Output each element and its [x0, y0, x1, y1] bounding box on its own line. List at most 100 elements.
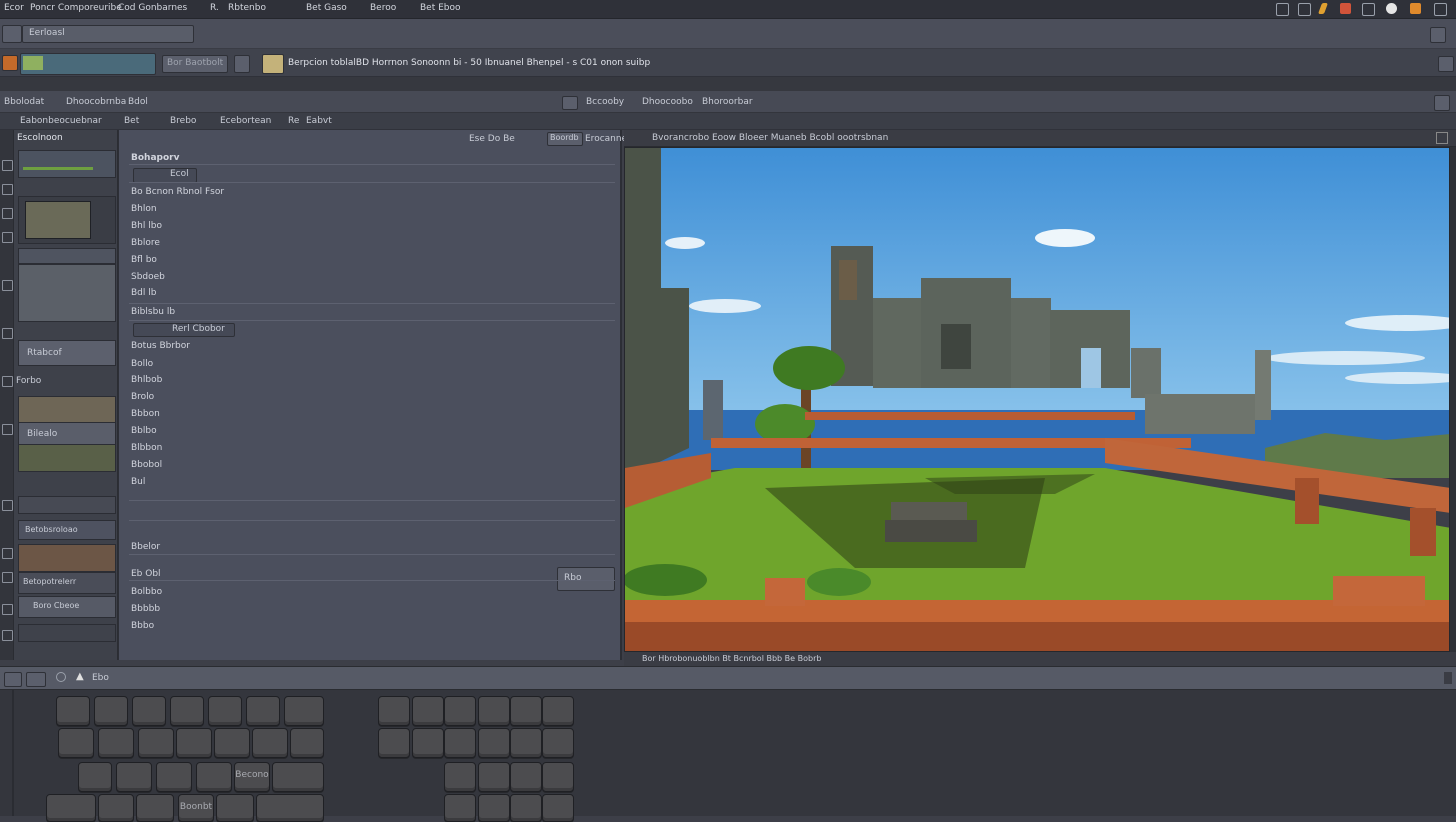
keyboard-key[interactable] [542, 762, 574, 792]
asset-item[interactable]: Betobsroloao [18, 520, 116, 540]
menu-item[interactable]: Cod Gonbarnes [118, 3, 187, 13]
collapse-icon[interactable] [1444, 672, 1452, 684]
keyboard-key[interactable] [170, 696, 204, 726]
tab-item[interactable]: Eabonbeocuebnar [20, 116, 102, 126]
property-row[interactable]: Bbbon [131, 409, 160, 419]
warning-icon[interactable] [1410, 3, 1421, 14]
menu-item[interactable]: Beroo [370, 3, 396, 13]
property-row[interactable]: Bhl lbo [131, 221, 162, 231]
menu-item[interactable]: Rbtenbo [228, 3, 266, 13]
keyboard-key[interactable] [156, 762, 192, 792]
keyboard-key[interactable] [176, 728, 212, 758]
asset-thumbnail[interactable] [18, 396, 116, 424]
light-tool-icon[interactable] [2, 376, 13, 387]
asset-thumbnail[interactable] [18, 444, 116, 472]
property-row[interactable]: Bbbo [131, 621, 154, 631]
script-icon[interactable] [2, 604, 13, 615]
asset-thumbnail[interactable] [18, 544, 116, 572]
keyboard-key[interactable] [378, 728, 410, 758]
keyboard-key[interactable] [256, 794, 324, 822]
tab-primary[interactable]: Eerloasl [22, 25, 194, 43]
scene-viewport[interactable] [624, 147, 1450, 652]
asset-item[interactable]: Bilealo [18, 422, 116, 446]
info-icon[interactable] [56, 672, 66, 682]
apply-button[interactable]: Rbo [557, 567, 615, 591]
maximize-icon[interactable] [1434, 95, 1450, 111]
property-row[interactable]: Bhlbob [131, 375, 162, 385]
keyboard-key[interactable] [478, 794, 510, 822]
keyboard-key[interactable] [94, 696, 128, 726]
asset-item[interactable] [18, 496, 116, 514]
keyboard-key[interactable] [98, 794, 134, 822]
toolbar-item[interactable]: Bhoroorbar [702, 97, 753, 107]
property-row[interactable]: Bolbbo [131, 587, 162, 597]
properties-tab[interactable]: Ese Do Be [469, 134, 515, 144]
close-icon[interactable] [1438, 56, 1454, 72]
viewport-scrollbar[interactable] [1450, 147, 1456, 652]
property-row[interactable]: Bfl bo [131, 255, 157, 265]
keyboard-key[interactable] [444, 728, 476, 758]
tab-item[interactable]: Brebo [170, 116, 196, 126]
menu-item[interactable]: Bet Gaso [306, 3, 347, 13]
panel-toggle-icon[interactable] [1430, 27, 1446, 43]
settings-icon[interactable] [1434, 3, 1447, 16]
preview-thumbnail[interactable] [20, 53, 156, 75]
tab-item[interactable]: Re [288, 116, 299, 126]
keyboard-key[interactable] [510, 728, 542, 758]
property-field[interactable]: Rerl Cbobor [133, 323, 235, 337]
keyboard-key[interactable] [272, 762, 324, 792]
keyboard-key[interactable] [444, 762, 476, 792]
close-icon[interactable] [1436, 132, 1448, 144]
properties-tab[interactable]: Boordb [547, 132, 583, 146]
toolbar-item[interactable]: Bdol [128, 97, 148, 107]
keyboard-key[interactable] [510, 696, 542, 726]
property-row[interactable]: Bhlon [131, 204, 157, 214]
property-row[interactable]: Sbdoeb [131, 272, 165, 282]
keyboard-key[interactable] [510, 762, 542, 792]
menu-item[interactable]: Poncr Comporeuribe [30, 3, 122, 13]
keyboard-key[interactable] [56, 696, 90, 726]
asset-thumbnail[interactable] [18, 150, 116, 178]
asset-item[interactable]: Rtabcof [18, 340, 116, 366]
keyboard-key[interactable] [444, 794, 476, 822]
asset-thumbnail[interactable] [18, 196, 116, 244]
keyboard-key[interactable] [290, 728, 324, 758]
property-row[interactable]: Bdl lb [131, 288, 156, 298]
property-field[interactable]: Ecol [133, 168, 197, 183]
property-row[interactable]: Bul [131, 477, 145, 487]
keyboard-key[interactable] [542, 696, 574, 726]
property-row[interactable]: Bbbbb [131, 604, 160, 614]
keyboard-key[interactable] [132, 696, 166, 726]
audio-icon[interactable] [2, 572, 13, 583]
toolbar-item[interactable]: Dhoocobrnba [66, 97, 126, 107]
property-row[interactable]: Bollo [131, 359, 153, 369]
layer-tool-icon[interactable] [2, 328, 13, 339]
rotate-tool-icon[interactable] [2, 184, 13, 195]
keyboard-key[interactable]: Becono [234, 762, 270, 792]
keyboard-key[interactable] [542, 794, 574, 822]
keyboard-key[interactable] [58, 728, 94, 758]
keyboard-key[interactable] [98, 728, 134, 758]
keyboard-key[interactable] [510, 794, 542, 822]
document-icon[interactable] [1298, 3, 1311, 16]
warning-icon[interactable]: ▲ [76, 671, 84, 682]
keyboard-key[interactable] [138, 728, 174, 758]
keyboard-key[interactable] [196, 762, 232, 792]
property-field[interactable]: Eb Obl [131, 569, 161, 579]
keyboard-key[interactable] [116, 762, 152, 792]
camera-tool-icon[interactable] [2, 424, 13, 435]
toolbar-item[interactable]: Dhoocoobo [642, 97, 693, 107]
scale-tool-icon[interactable] [2, 208, 13, 219]
move-tool-icon[interactable] [2, 160, 13, 171]
menu-item[interactable]: Bet Eboo [420, 3, 461, 13]
property-row[interactable]: Blbbon [131, 443, 162, 453]
select-tool-icon[interactable] [2, 232, 13, 243]
refresh-icon[interactable] [1386, 3, 1397, 14]
keyboard-key[interactable] [136, 794, 174, 822]
keyboard-key[interactable] [46, 794, 96, 822]
folder-icon[interactable] [1362, 3, 1375, 16]
keyboard-key[interactable] [216, 794, 254, 822]
tab-item[interactable]: Ecebortean [220, 116, 271, 126]
keyboard-key[interactable] [78, 762, 112, 792]
menu-item[interactable]: R. [210, 3, 219, 13]
